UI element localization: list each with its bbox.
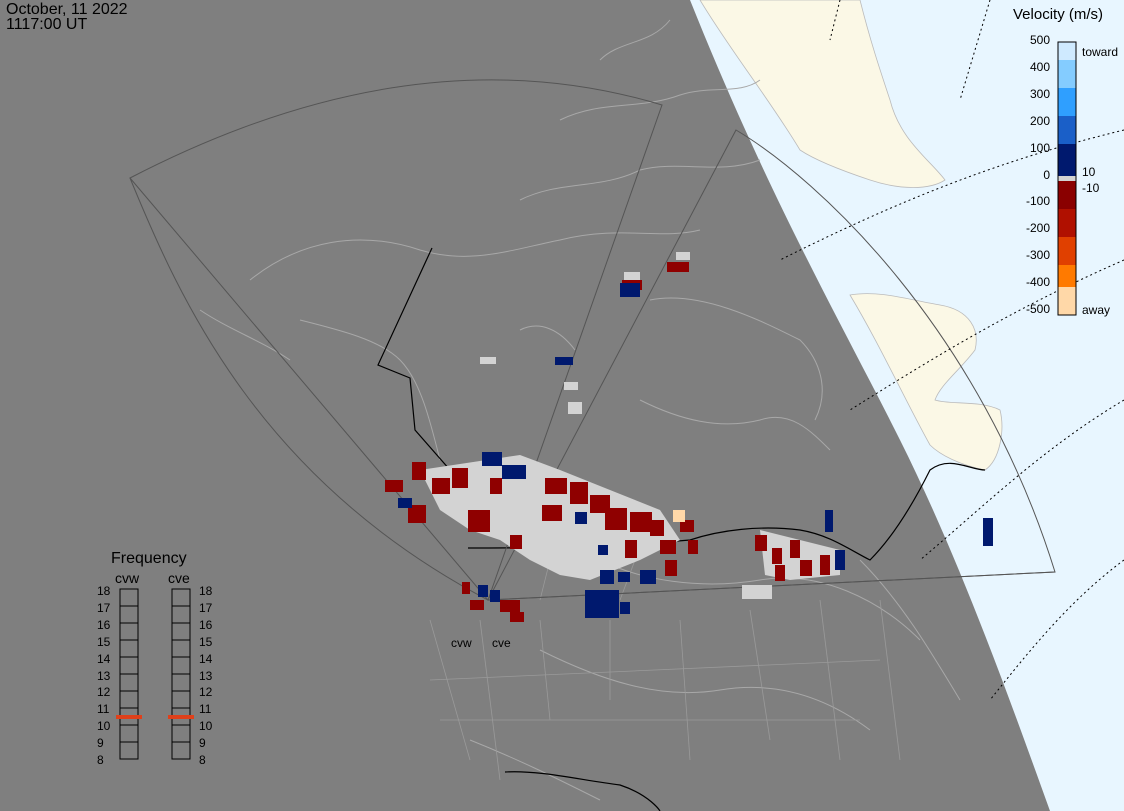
colorbar-tick-label: 0 bbox=[1043, 167, 1050, 182]
colorbar-tick-label: 400 bbox=[1029, 59, 1050, 74]
frequency-level-label: 8 bbox=[199, 753, 206, 767]
frequency-level-label: 9 bbox=[97, 736, 104, 751]
toward-label: toward bbox=[1082, 45, 1119, 59]
frequency-level-label: 13 bbox=[199, 668, 213, 683]
frequency-level-label: 13 bbox=[97, 668, 111, 683]
time-label: 1117:00 UT bbox=[6, 16, 88, 33]
frequency-level-label: 17 bbox=[199, 600, 213, 615]
colorbar-tick-label: -500 bbox=[1025, 302, 1050, 316]
colorbar-tick-label: -400 bbox=[1025, 275, 1050, 290]
frequency-column-cve: cve bbox=[168, 570, 190, 586]
frequency-level-label: 15 bbox=[97, 634, 111, 649]
active-frequency-cve bbox=[168, 715, 194, 719]
frequency-level-label: 16 bbox=[199, 617, 213, 632]
frequency-level-label: 14 bbox=[199, 651, 213, 666]
colorbar-tick-label: 100 bbox=[1029, 140, 1050, 155]
mid-lower-label: -10 bbox=[1082, 181, 1100, 195]
frequency-level-label: 11 bbox=[97, 702, 110, 717]
frequency-level-label: 10 bbox=[199, 719, 213, 734]
frequency-level-label: 14 bbox=[97, 651, 111, 666]
frequency-level-label: 17 bbox=[97, 600, 111, 615]
frequency-level-label: 12 bbox=[199, 685, 213, 700]
frequency-level-label: 12 bbox=[97, 685, 111, 700]
frequency-level-label: 11 bbox=[199, 702, 212, 717]
away-label: away bbox=[1082, 303, 1111, 317]
frequency-level-label: 10 bbox=[97, 719, 111, 734]
colorbar-tick-label: 300 bbox=[1029, 86, 1050, 101]
colorbar-title: Velocity (m/s) bbox=[1013, 6, 1104, 23]
frequency-level-label: 18 bbox=[97, 584, 111, 598]
colorbar-tick-label: -100 bbox=[1025, 194, 1050, 209]
velocity-colorbar bbox=[1057, 41, 1077, 316]
mid-upper-label: 10 bbox=[1082, 165, 1096, 179]
frequency-title: Frequency bbox=[111, 550, 187, 567]
frequency-level-label: 15 bbox=[199, 634, 213, 649]
frequency-level-label: 8 bbox=[97, 753, 104, 767]
radar-label-cvw: cvw bbox=[451, 636, 472, 650]
colorbar-tick-label: 500 bbox=[1029, 33, 1050, 47]
radar-label-cve: cve bbox=[492, 636, 511, 650]
frequency-column-cvw: cvw bbox=[115, 570, 140, 586]
frequency-level-label: 9 bbox=[199, 736, 206, 751]
colorbar-tick-label: -300 bbox=[1025, 248, 1050, 263]
velocity-map bbox=[0, 0, 1124, 811]
frequency-level-label: 18 bbox=[199, 584, 213, 598]
frequency-level-label: 16 bbox=[97, 617, 111, 632]
colorbar-tick-label: -200 bbox=[1025, 221, 1050, 236]
colorbar-tick-label: 200 bbox=[1029, 113, 1050, 128]
active-frequency-cvw bbox=[116, 715, 142, 719]
